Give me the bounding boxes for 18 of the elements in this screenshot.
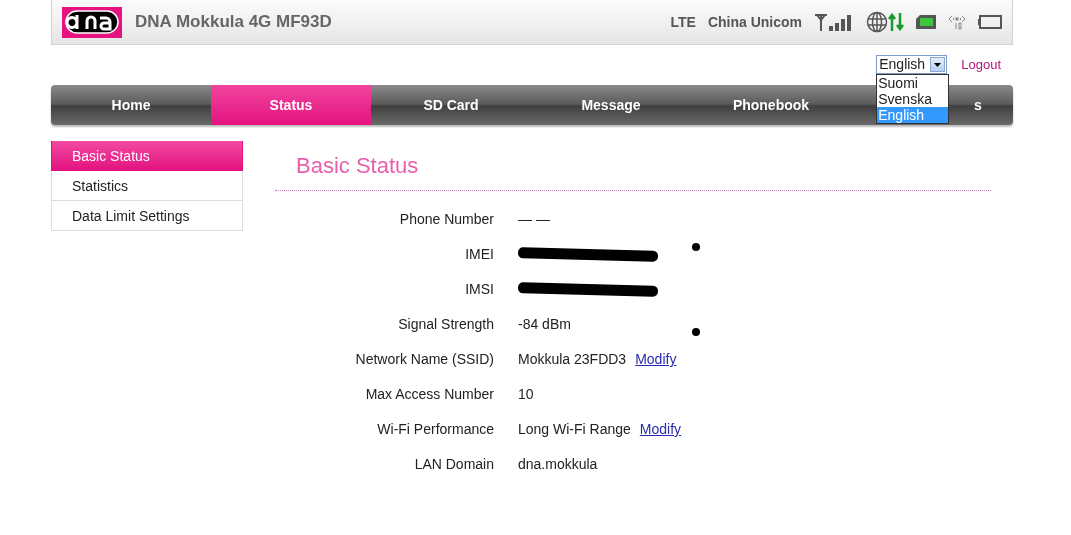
network-type: LTE — [670, 12, 696, 32]
field-value: -84 dBm — [518, 315, 571, 334]
device-title: DNA Mokkula 4G MF93D — [135, 11, 332, 34]
field-label: Wi-Fi Performance — [376, 420, 494, 439]
field-label: Phone Number — [398, 210, 494, 229]
field-label: Network Name (SSID) — [354, 350, 494, 369]
field-value: Long Wi-Fi Range — [518, 420, 631, 439]
page-title: Basic Status — [275, 149, 991, 191]
field-label: Signal Strength — [397, 315, 494, 334]
field-value: dna.mokkula — [518, 455, 598, 474]
operator-name: China Unicom — [707, 12, 802, 32]
field-label: IMSI — [464, 280, 494, 299]
field-value: 10 — [518, 385, 534, 404]
field-label: Max Access Number — [364, 385, 494, 404]
field-value: Mokkula 23FDD3 — [518, 350, 627, 369]
field-label: LAN Domain — [413, 455, 494, 474]
field-value: — — — [518, 210, 550, 229]
field-label: IMEI — [464, 245, 494, 264]
